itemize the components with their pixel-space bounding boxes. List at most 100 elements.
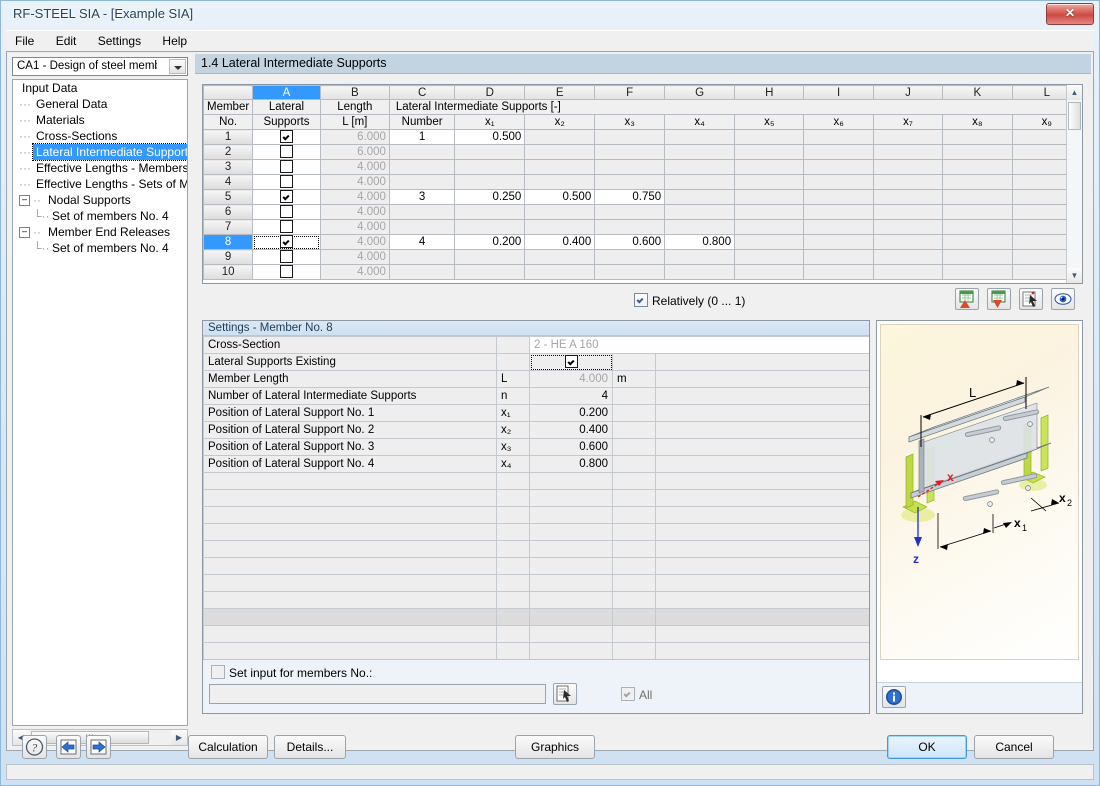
column-header-C[interactable]: C [388, 85, 456, 100]
supports-number-cell[interactable] [388, 174, 456, 190]
settings-blank-row[interactable] [203, 574, 869, 592]
settings-blank-cell[interactable] [612, 608, 656, 626]
settings-row[interactable]: Number of Lateral Intermediate Supports n… [203, 387, 869, 405]
member-length-cell[interactable]: 4.000 [319, 204, 390, 220]
settings-row[interactable]: Position of Lateral Support No. 3 x₃ 0.600 [203, 438, 869, 456]
help-button[interactable]: ? [22, 735, 47, 759]
design-case-combobox[interactable]: CA1 - Design of steel members a [12, 57, 188, 76]
tree-item-materials[interactable]: ··· Materials [13, 112, 187, 128]
support-position-cell-x4[interactable] [664, 189, 736, 205]
menu-help[interactable]: Help [153, 31, 196, 51]
settings-blank-cell[interactable] [496, 506, 530, 524]
graphics-button[interactable]: Graphics [515, 735, 595, 759]
column-header-I[interactable]: I [803, 85, 874, 100]
tree-item-nodal-supports[interactable]: – ·· Nodal Supports [13, 192, 187, 208]
support-position-cell-x1[interactable] [454, 144, 526, 160]
settings-row-value[interactable]: 0.600 [529, 438, 613, 456]
settings-blank-cell[interactable] [496, 472, 530, 490]
support-position-cell-x7[interactable] [872, 129, 944, 145]
support-position-cell-x6[interactable] [803, 234, 874, 250]
menu-settings[interactable]: Settings [89, 31, 150, 51]
row-header-member-no[interactable]: 10 [202, 264, 254, 280]
table-row[interactable]: 7 4.000 [202, 219, 1083, 235]
support-position-cell-x8[interactable] [942, 219, 1013, 235]
support-position-cell-x7[interactable] [872, 174, 944, 190]
all-checkbox-box[interactable] [621, 687, 635, 701]
support-position-cell-x4[interactable] [664, 129, 736, 145]
settings-blank-cell[interactable] [203, 574, 497, 592]
settings-lateral-supports-checkbox[interactable] [529, 353, 613, 371]
row-header-member-no[interactable]: 7 [202, 219, 254, 235]
checkbox-checked-icon[interactable] [279, 130, 293, 143]
settings-blank-cell[interactable] [529, 489, 613, 507]
settings-row[interactable]: Cross-Section 2 - HE A 160 [203, 336, 869, 354]
tree-item-set-of-members-no-4[interactable]: └·· Set of members No. 4 [13, 240, 187, 256]
chevron-down-icon[interactable] [169, 59, 186, 74]
settings-blank-cell[interactable] [203, 489, 497, 507]
settings-blank-cell[interactable] [496, 642, 530, 660]
member-length-cell[interactable]: 6.000 [319, 129, 390, 145]
scroll-down-icon[interactable]: ▼ [1067, 268, 1082, 283]
support-position-cell-x3[interactable]: 0.600 [594, 234, 666, 250]
row-header-member-no[interactable]: 6 [202, 204, 254, 220]
previous-button[interactable] [56, 735, 81, 759]
settings-row-value[interactable]: 0.800 [529, 455, 613, 473]
row-header-member-no[interactable]: 5 [202, 189, 254, 205]
settings-blank-cell[interactable] [654, 574, 869, 592]
support-position-cell-x2[interactable] [524, 129, 596, 145]
settings-blank-cell[interactable] [496, 608, 530, 626]
tree-item-input-data[interactable]: Input Data [13, 80, 187, 96]
table-vertical-scrollbar[interactable]: ▲ ▼ [1066, 85, 1082, 283]
info-button[interactable] [882, 686, 906, 708]
view-mode-button[interactable] [1051, 288, 1075, 310]
menu-file[interactable]: File [6, 31, 43, 51]
relatively-checkbox[interactable]: Relatively (0 ... 1) [634, 293, 745, 308]
pick-members-button[interactable] [553, 683, 577, 705]
set-input-for-members-checkbox[interactable]: Set input for members No.: [211, 665, 372, 680]
settings-blank-cell[interactable] [654, 540, 869, 558]
support-position-cell-x7[interactable] [872, 219, 944, 235]
support-position-cell-x8[interactable] [942, 129, 1013, 145]
settings-blank-cell[interactable] [654, 642, 869, 660]
next-button[interactable] [86, 735, 111, 759]
member-length-cell[interactable]: 4.000 [319, 249, 390, 265]
supports-number-cell[interactable] [388, 219, 456, 235]
pick-member-button[interactable] [1019, 288, 1043, 310]
support-position-cell-x3[interactable]: 0.750 [594, 189, 666, 205]
support-position-cell-x1[interactable] [454, 249, 526, 265]
support-position-cell-x5[interactable] [734, 159, 805, 175]
support-position-cell-x4[interactable] [664, 204, 736, 220]
settings-blank-cell[interactable] [203, 472, 497, 490]
table-scroll-thumb[interactable] [1068, 102, 1081, 130]
lateral-supports-checkbox-cell[interactable] [252, 129, 321, 145]
settings-blank-cell[interactable] [612, 523, 656, 541]
table-row[interactable]: 5 4.000 3 0.250 0.500 0.750 [202, 189, 1083, 205]
settings-table[interactable]: Cross-Section 2 - HE A 160 Lateral Support… [203, 336, 869, 660]
checkbox-unchecked-icon[interactable] [279, 145, 293, 158]
support-position-cell-x5[interactable] [734, 189, 805, 205]
settings-blank-row[interactable] [203, 506, 869, 524]
import-table-button[interactable] [955, 288, 979, 310]
settings-blank-cell[interactable] [496, 625, 530, 643]
support-position-cell-x1[interactable] [454, 174, 526, 190]
support-position-cell-x5[interactable] [734, 264, 805, 280]
settings-blank-row[interactable] [203, 557, 869, 575]
cancel-button[interactable]: Cancel [974, 735, 1054, 759]
settings-blank-cell[interactable] [496, 523, 530, 541]
support-position-cell-x8[interactable] [942, 174, 1013, 190]
settings-blank-cell[interactable] [654, 523, 869, 541]
support-position-cell-x7[interactable] [872, 189, 944, 205]
support-position-cell-x8[interactable] [942, 234, 1013, 250]
table-row[interactable]: 3 4.000 [202, 159, 1083, 175]
support-position-cell-x7[interactable] [872, 249, 944, 265]
checkbox-unchecked-icon[interactable] [279, 205, 293, 218]
settings-blank-cell[interactable] [612, 557, 656, 575]
lateral-supports-checkbox-cell[interactable] [252, 189, 321, 205]
tree-item-general-data[interactable]: ··· General Data [13, 96, 187, 112]
row-header-member-no[interactable]: 3 [202, 159, 254, 175]
support-position-cell-x2[interactable] [524, 159, 596, 175]
checkbox-unchecked-icon[interactable] [279, 250, 293, 263]
settings-blank-cell[interactable] [529, 574, 613, 592]
checkbox-unchecked-icon[interactable] [279, 160, 293, 173]
support-position-cell-x7[interactable] [872, 159, 944, 175]
